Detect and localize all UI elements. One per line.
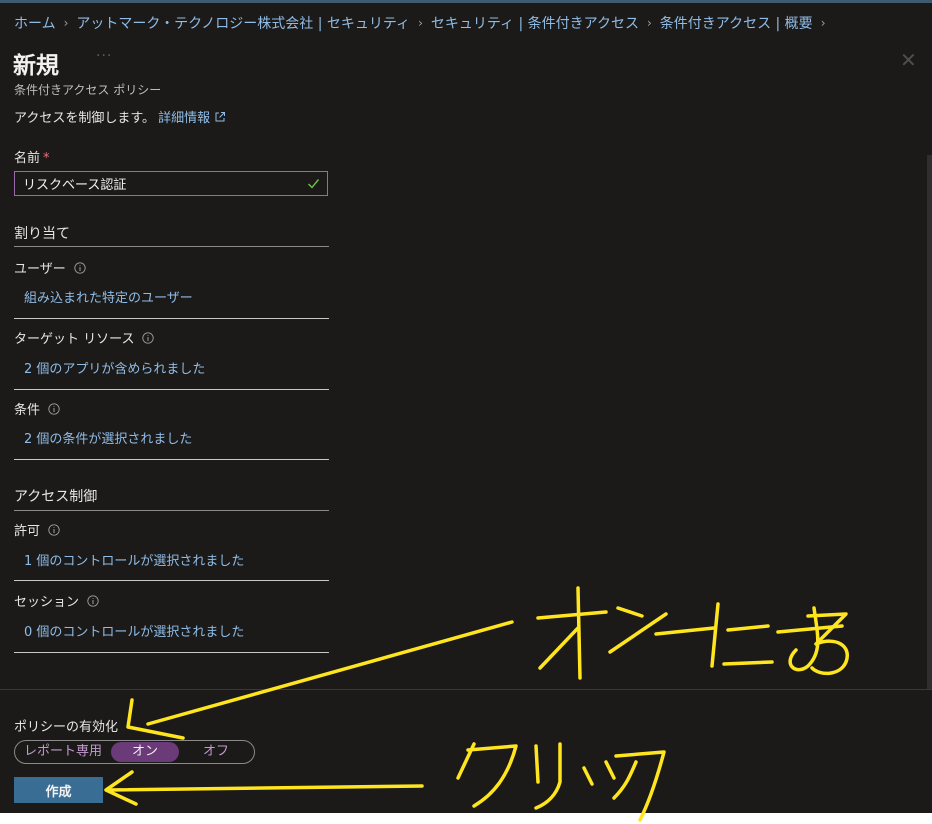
toggle-option-on[interactable]: オン bbox=[111, 742, 179, 762]
policy-editor-panel: ホーム › アットマーク・テクノロジー株式会社 | セキュリティ › セキュリテ… bbox=[0, 0, 932, 813]
divider bbox=[14, 318, 329, 319]
target-resources-value-link[interactable]: 2 個のアプリが含められました bbox=[24, 358, 205, 377]
divider bbox=[14, 389, 329, 390]
grant-value-link[interactable]: 1 個のコントロールが選択されました bbox=[24, 550, 244, 569]
divider bbox=[14, 510, 329, 511]
close-icon[interactable]: ✕ bbox=[900, 48, 917, 72]
external-link-icon bbox=[215, 111, 226, 121]
policy-name-input[interactable]: リスクベース認証 bbox=[14, 171, 328, 196]
chevron-right-icon: › bbox=[646, 16, 652, 30]
session-label-text: セッション bbox=[14, 595, 80, 610]
enable-policy-label: ポリシーの有効化 bbox=[14, 720, 119, 735]
grant-label-text: 許可 bbox=[14, 524, 41, 539]
access-controls-heading: アクセス制御 bbox=[14, 489, 98, 505]
divider bbox=[14, 652, 329, 653]
toggle-option-report-only[interactable]: レポート専用 bbox=[15, 742, 111, 762]
target-resources-label-text: ターゲット リソース bbox=[14, 332, 135, 347]
breadcrumb-item-conditional-access[interactable]: セキュリティ | 条件付きアクセス bbox=[431, 13, 639, 33]
conditions-label-text: 条件 bbox=[14, 403, 41, 418]
divider bbox=[14, 580, 329, 581]
info-icon[interactable] bbox=[87, 594, 99, 607]
conditions-label: 条件 bbox=[14, 399, 60, 418]
info-icon[interactable] bbox=[48, 523, 60, 536]
page-title: 新規 bbox=[13, 53, 59, 79]
toggle-option-off[interactable]: オフ bbox=[179, 742, 253, 762]
enable-policy-toggle: レポート専用 オン オフ bbox=[14, 740, 255, 764]
divider bbox=[14, 246, 329, 247]
breadcrumb-item-home[interactable]: ホーム bbox=[14, 13, 56, 33]
checkmark-icon bbox=[308, 179, 320, 189]
top-accent-bar bbox=[0, 0, 932, 3]
name-label: 名前 * bbox=[14, 147, 50, 166]
breadcrumb-item-security[interactable]: アットマーク・テクノロジー株式会社 | セキュリティ bbox=[76, 13, 410, 33]
description-text: アクセスを制御します。 bbox=[14, 111, 156, 126]
name-label-text: 名前 bbox=[14, 151, 41, 166]
create-button[interactable]: 作成 bbox=[14, 777, 103, 803]
page-subtitle: 条件付きアクセス ポリシー bbox=[14, 83, 162, 97]
chevron-right-icon: › bbox=[820, 16, 826, 30]
chevron-right-icon: › bbox=[418, 16, 423, 30]
info-icon[interactable] bbox=[142, 331, 155, 344]
required-mark: * bbox=[43, 151, 50, 166]
grant-label: 許可 bbox=[14, 520, 60, 539]
info-icon[interactable] bbox=[48, 402, 60, 415]
session-value-link[interactable]: 0 個のコントロールが選択されました bbox=[24, 621, 244, 640]
more-options-icon[interactable]: ··· bbox=[96, 48, 112, 64]
chevron-right-icon: › bbox=[63, 16, 69, 30]
conditions-value-link[interactable]: 2 個の条件が選択されました bbox=[24, 428, 192, 447]
assignments-heading: 割り当て bbox=[14, 226, 70, 242]
users-value-link[interactable]: 組み込まれた特定のユーザー bbox=[24, 287, 193, 306]
breadcrumb-item-overview[interactable]: 条件付きアクセス | 概要 bbox=[660, 13, 813, 33]
description: アクセスを制御します。 詳細情報 bbox=[14, 107, 226, 126]
footer-divider bbox=[0, 689, 932, 690]
divider bbox=[14, 459, 329, 460]
session-label: セッション bbox=[14, 591, 99, 610]
policy-name-value: リスクベース認証 bbox=[23, 178, 127, 193]
users-label: ユーザー bbox=[14, 258, 86, 277]
users-label-text: ユーザー bbox=[14, 262, 66, 277]
learn-more-link[interactable]: 詳細情報 bbox=[158, 107, 210, 126]
scrollbar[interactable] bbox=[927, 155, 932, 690]
info-icon[interactable] bbox=[74, 261, 86, 274]
target-resources-label: ターゲット リソース bbox=[14, 328, 155, 347]
breadcrumb: ホーム › アットマーク・テクノロジー株式会社 | セキュリティ › セキュリテ… bbox=[14, 14, 834, 32]
